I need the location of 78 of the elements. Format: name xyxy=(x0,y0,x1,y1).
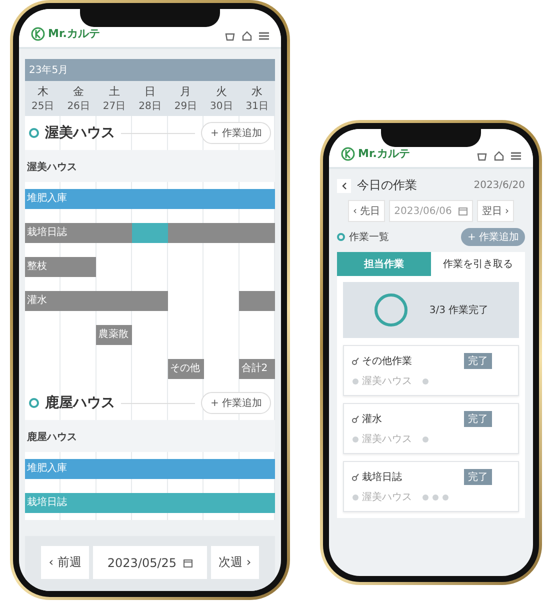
task-title: 灌水 xyxy=(362,412,382,426)
weekday-label: 火 xyxy=(216,84,227,99)
back-button[interactable] xyxy=(337,178,351,192)
task-title: その他作業 xyxy=(362,354,412,368)
dot-icon xyxy=(422,494,429,500)
pin-icon xyxy=(352,473,359,481)
tab[interactable]: 担当作業 xyxy=(337,252,431,276)
house-name: 渥美ハウス xyxy=(362,432,412,446)
location-icon xyxy=(352,494,359,500)
dot-icon xyxy=(422,378,429,384)
home-icon[interactable] xyxy=(242,31,252,41)
date-label: 29日 xyxy=(174,100,198,113)
house-label: 渥美ハウス xyxy=(25,150,275,182)
location-icon xyxy=(352,436,359,442)
pin-icon xyxy=(352,415,359,423)
task-bar[interactable]: その他 xyxy=(168,359,204,379)
date-label: 26日 xyxy=(67,100,90,113)
task-card[interactable]: 栽培日誌 完了 渥美ハウス xyxy=(343,461,519,512)
weekday-label: 水 xyxy=(252,84,263,99)
calendar-icon xyxy=(182,558,193,568)
task-card[interactable]: その他作業 完了 渥美ハウス xyxy=(343,345,519,396)
section-title: 作業一覧 xyxy=(349,230,389,244)
date-label: 27日 xyxy=(102,100,126,113)
weekday-label: 土 xyxy=(108,84,120,99)
pin-icon xyxy=(352,357,359,365)
task-title: 栽培日誌 xyxy=(362,470,402,484)
prev-day-button[interactable]: ‹ 先日 xyxy=(348,200,386,222)
today-date: 2023/6/20 xyxy=(474,180,525,191)
date-field[interactable]: 2023/06/06 xyxy=(389,200,473,222)
add-task-button[interactable]: + 作業追加 xyxy=(461,228,525,246)
dot-icon xyxy=(422,436,429,442)
circle-icon xyxy=(29,398,39,408)
house-label: 鹿屋ハウス xyxy=(25,420,275,452)
weekday-label: 木 xyxy=(37,84,48,99)
house-name: 渥美ハウス xyxy=(362,490,412,504)
menu-icon[interactable] xyxy=(259,32,269,40)
status-badge: 完了 xyxy=(464,411,492,427)
next-week-button[interactable]: 次週 › xyxy=(210,546,260,579)
task-bar[interactable]: 農薬散 xyxy=(96,325,132,345)
weekday-label: 日 xyxy=(144,84,156,99)
progress-ring xyxy=(373,292,410,328)
task-bar[interactable]: 合計2 xyxy=(239,359,275,379)
home-icon[interactable] xyxy=(494,151,504,161)
dot-icon xyxy=(442,494,449,500)
month-label: 23年5月 xyxy=(25,59,275,81)
date-label: 28日 xyxy=(138,100,162,113)
brand-name: Mr.カルテ xyxy=(48,26,100,41)
weekday-label: 月 xyxy=(180,84,192,99)
progress-text: 3/3 作業完了 xyxy=(429,304,489,317)
brand-name: Mr.カルテ xyxy=(358,146,410,161)
house-title: 渥美ハウス xyxy=(45,124,115,142)
basket-icon[interactable] xyxy=(477,151,487,161)
circle-icon xyxy=(29,128,39,138)
logo-icon xyxy=(341,146,355,160)
calendar-icon xyxy=(458,206,468,216)
date-label: 25日 xyxy=(31,100,54,113)
circle-icon xyxy=(337,233,345,241)
task-card[interactable]: 灌水 完了 渥美ハウス xyxy=(343,403,519,454)
add-task-button[interactable]: + 作業追加 xyxy=(201,392,271,414)
house-name: 渥美ハウス xyxy=(362,374,412,388)
location-icon xyxy=(352,378,359,384)
house-title: 鹿屋ハウス xyxy=(45,394,115,412)
date-label: 31日 xyxy=(246,100,268,113)
next-day-button[interactable]: 翌日 › xyxy=(476,200,514,222)
status-badge: 完了 xyxy=(464,469,492,485)
menu-icon[interactable] xyxy=(511,152,521,160)
page-title: 今日の作業 xyxy=(357,177,417,194)
logo-icon xyxy=(31,26,45,40)
dot-icon xyxy=(432,494,439,500)
date-field[interactable]: 2023/05/25 xyxy=(93,546,207,579)
prev-week-button[interactable]: ‹ 前週 xyxy=(40,546,90,579)
tab[interactable]: 作業を引き取る xyxy=(431,252,525,276)
chevron-left-icon xyxy=(341,182,347,190)
basket-icon[interactable] xyxy=(225,31,235,41)
status-badge: 完了 xyxy=(464,353,492,369)
weekday-label: 金 xyxy=(73,84,84,99)
date-label: 30日 xyxy=(210,100,233,113)
add-task-button[interactable]: + 作業追加 xyxy=(201,122,271,144)
